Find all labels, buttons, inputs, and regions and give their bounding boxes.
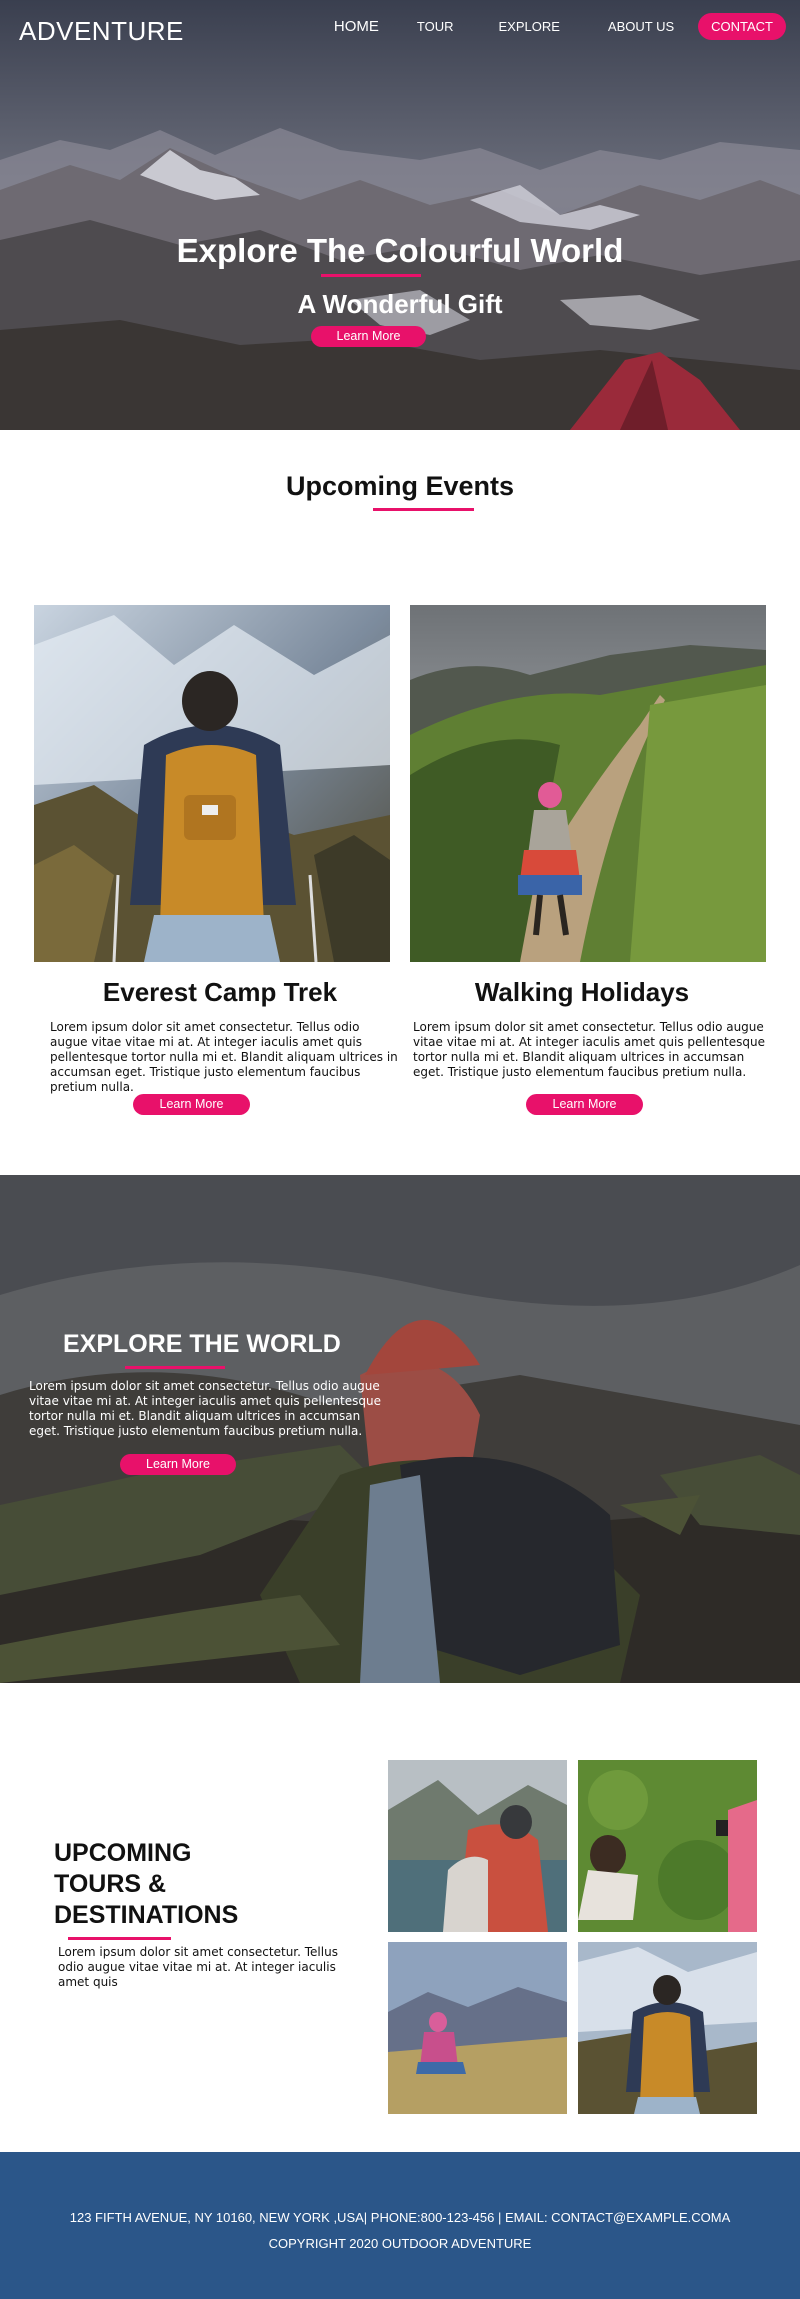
tours-title: UPCOMING TOURS & DESTINATIONS [54, 1839, 239, 1929]
event-card-title-everest: Everest Camp Trek [102, 977, 338, 1007]
nav-explore[interactable]: EXPLORE [498, 19, 559, 34]
explore-text: Lorem ipsum dolor sit amet consectetur. … [29, 1379, 381, 1438]
main-nav: HOME TOUR EXPLORE ABOUT US CONTACT [334, 13, 786, 40]
footer-copyright: COPYRIGHT 2020 OUTDOOR ADVENTURE [268, 2236, 532, 2251]
tour-image-sitting-hiker [388, 1942, 567, 2114]
explore-learn-more-button[interactable]: Learn More [120, 1454, 236, 1475]
nav-about-us[interactable]: ABOUT US [608, 19, 674, 34]
everest-trek-image [34, 605, 390, 962]
tour-image-backpacker [578, 1942, 757, 2114]
tours-text: Lorem ipsum dolor sit amet consectetur. … [58, 1945, 338, 1989]
walking-holidays-image [410, 605, 766, 962]
hero-subtitle: A Wonderful Gift [297, 289, 503, 319]
nav-contact-button[interactable]: CONTACT [698, 13, 786, 40]
nav-home[interactable]: HOME [334, 18, 379, 35]
footer [0, 2152, 800, 2299]
walking-learn-more-button[interactable]: Learn More [526, 1094, 643, 1115]
event-card-title-walking: Walking Holidays [474, 977, 690, 1007]
brand-logo[interactable]: ADVENTURE [19, 16, 184, 47]
tour-image-lake [388, 1760, 567, 1932]
tour-image-photographer [578, 1760, 757, 1932]
hero-title: Explore The Colourful World [176, 232, 624, 269]
hero-section: ADVENTURE HOME TOUR EXPLORE ABOUT US CON… [0, 0, 800, 430]
tours-title-underline [68, 1937, 171, 1940]
nav-tour[interactable]: TOUR [417, 19, 454, 34]
hero-title-underline [321, 274, 421, 277]
events-section-title: Upcoming Events [285, 471, 515, 501]
event-card-text-walking: Lorem ipsum dolor sit amet consectetur. … [413, 1020, 765, 1079]
event-card-text-everest: Lorem ipsum dolor sit amet consectetur. … [50, 1020, 398, 1094]
events-title-underline [373, 508, 474, 511]
hero-learn-more-button[interactable]: Learn More [311, 326, 426, 347]
everest-learn-more-button[interactable]: Learn More [133, 1094, 250, 1115]
footer-contact-info: 123 FIFTH AVENUE, NY 10160, NEW YORK ,US… [69, 2210, 731, 2225]
explore-title-underline [125, 1366, 225, 1369]
hero-mountain-image [0, 0, 800, 430]
explore-title: EXPLORE THE WORLD [63, 1330, 341, 1358]
